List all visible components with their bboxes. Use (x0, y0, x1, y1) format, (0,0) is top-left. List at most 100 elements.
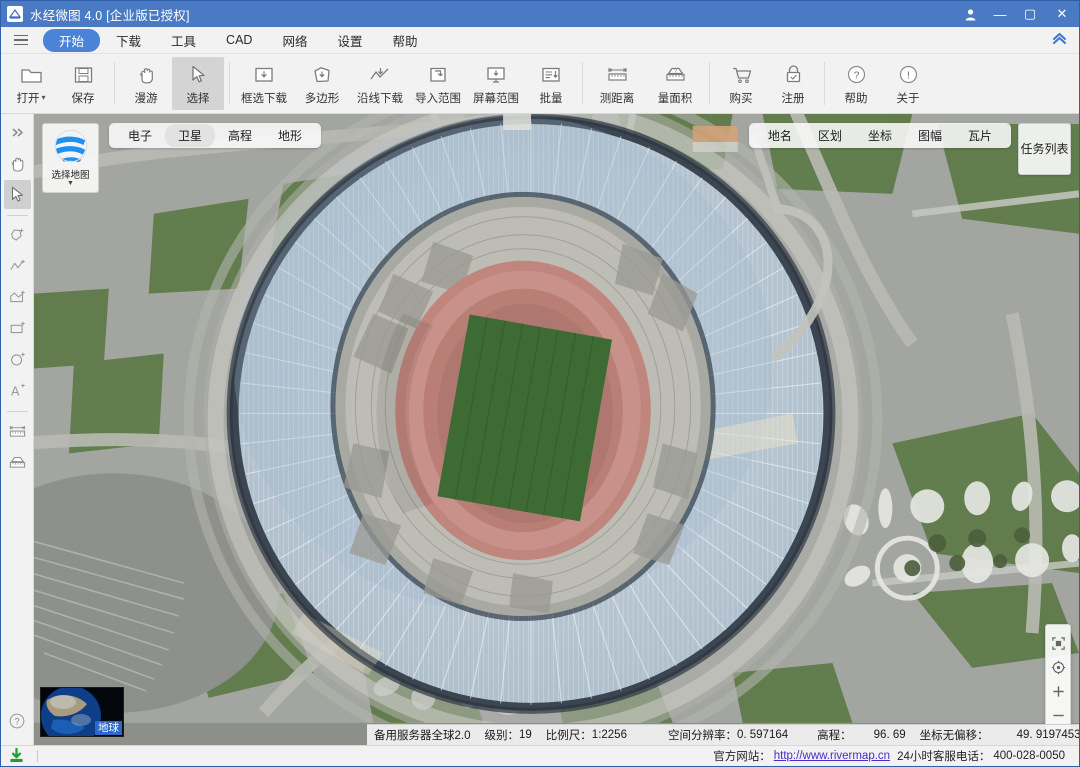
chevron-down-icon: ▼ (67, 180, 74, 187)
measure-distance-button[interactable]: 测距离 (588, 57, 646, 110)
import-range-icon (426, 62, 450, 88)
open-button[interactable]: 打开 ▾ (5, 57, 57, 110)
add-polygon-icon[interactable] (4, 221, 31, 250)
fullscreen-expand-icon[interactable] (1047, 631, 1069, 655)
add-area-icon[interactable] (4, 283, 31, 312)
menu-item-settings[interactable]: 设置 (323, 29, 376, 52)
layer-tab-electronic[interactable]: 电子 (115, 124, 165, 147)
toolbar-separator (709, 62, 710, 105)
maximize-button[interactable]: ▢ (1015, 1, 1045, 27)
window-title: 水经微图 4.0 [企业版已授权] (30, 8, 190, 23)
polyline-download-label: 沿线下载 (357, 92, 403, 105)
status-coordinate: 坐标无偏移： 49. 91974533 40. 4296338 (913, 727, 1079, 743)
menu-item-network[interactable]: 网络 (268, 29, 321, 52)
target-center-icon[interactable] (1047, 655, 1069, 679)
overlay-tab-coordinate[interactable]: 坐标 (855, 124, 905, 147)
buy-button[interactable]: 购买 (715, 57, 767, 110)
account-icon[interactable] (955, 1, 985, 27)
task-list-button[interactable]: 任务列表 (1018, 123, 1071, 175)
status-level: 级别： 19 (478, 727, 539, 743)
layer-tab-terrain[interactable]: 地形 (265, 124, 315, 147)
close-button[interactable]: ✕ (1045, 1, 1079, 27)
window-controls: — ▢ ✕ (955, 1, 1079, 27)
about-button[interactable]: ! 关于 (882, 57, 934, 110)
map-selector-button[interactable]: 选择地图 ▼ (42, 123, 99, 193)
rail-help-icon[interactable]: ? (4, 706, 31, 735)
map-zoom-controls (1045, 624, 1071, 732)
map-status-bar: 备用服务器全球2.0 级别： 19 比例尺： 1:2256 空间分辨率： 0. … (367, 724, 1079, 745)
save-button[interactable]: 保存 (57, 57, 109, 110)
rail-hand-pan-icon[interactable] (4, 149, 31, 178)
menu-item-start[interactable]: 开始 (43, 28, 101, 52)
status-resolution-value: 0. 597164 (736, 729, 789, 741)
measure-area-icon: ? (663, 62, 688, 88)
menu-item-download[interactable]: 下载 (102, 29, 155, 52)
map-top-right-overlay: 地名 区划 坐标 图幅 瓦片 任务列表 (748, 123, 1071, 175)
rail-measure-distance-icon[interactable] (4, 417, 31, 446)
map-canvas[interactable]: 选择地图 ▼ 电子 卫星 高程 地形 地名 区划 坐标 图幅 瓦片 任务列表 地… (34, 114, 1079, 745)
status-scale: 比例尺： 1:2256 (539, 727, 634, 743)
menu-item-help[interactable]: 帮助 (378, 29, 431, 52)
overlay-tab-placename[interactable]: 地名 (755, 124, 805, 147)
status-level-label: 级别： (484, 730, 520, 742)
polygon-download-icon (310, 62, 334, 88)
roam-label: 漫游 (134, 92, 158, 105)
official-site-label: 官方网站： (713, 751, 771, 763)
screen-range-button[interactable]: 屏幕范围 (467, 57, 525, 110)
hand-pan-icon (136, 62, 157, 88)
roam-button[interactable]: 漫游 (120, 57, 172, 110)
question-circle-icon: ? (846, 62, 867, 88)
exclamation-circle-icon: ! (898, 62, 919, 88)
chevron-double-up-icon[interactable] (1052, 32, 1079, 48)
import-range-button[interactable]: 导入范围 (409, 57, 467, 110)
toolbar-separator (229, 62, 230, 105)
satellite-imagery (34, 114, 1079, 723)
batch-button[interactable]: 批量 (525, 57, 577, 110)
official-site-link[interactable]: http://www.rivermap.cn (774, 750, 890, 762)
zoom-in-plus-icon[interactable] (1047, 679, 1069, 703)
measure-distance-label: 测距离 (599, 92, 635, 105)
svg-text:?: ? (14, 716, 19, 726)
rail-measure-area-icon[interactable] (4, 448, 31, 477)
layer-tab-satellite[interactable]: 卫星 (165, 124, 216, 147)
status-resolution: 空间分辨率： 0. 597164 (634, 727, 795, 743)
add-polyline-icon[interactable] (4, 252, 31, 281)
svg-text:!: ! (907, 70, 910, 82)
help-button[interactable]: ? 帮助 (830, 57, 882, 110)
register-button[interactable]: 注册 (767, 57, 819, 110)
collapse-rail-icon[interactable] (4, 118, 31, 147)
measure-area-label: 量面积 (657, 92, 693, 105)
globe-thumbnail-button[interactable]: 地球 (40, 687, 124, 737)
about-label: 关于 (896, 92, 920, 105)
download-green-icon[interactable] (1, 748, 31, 764)
register-label: 注册 (781, 92, 805, 105)
svg-text:?: ? (853, 70, 859, 82)
folder-open-icon (20, 62, 43, 88)
select-button[interactable]: 选择 (172, 57, 224, 110)
bottom-bar: 官方网站： http://www.rivermap.cn 24小时客服电话： 4… (1, 745, 1079, 766)
rail-cursor-arrow-icon[interactable] (3, 180, 31, 209)
map-top-left-overlay: 选择地图 ▼ 电子 卫星 高程 地形 (42, 123, 322, 193)
rect-download-button[interactable]: 框选下载 (235, 57, 293, 110)
polygon-download-button[interactable]: 多边形 (293, 57, 351, 110)
overlay-tab-tile[interactable]: 瓦片 (955, 124, 1005, 147)
toolbar-separator (114, 62, 115, 105)
polyline-download-icon (368, 62, 392, 88)
menu-item-cad[interactable]: CAD (212, 31, 266, 49)
overlay-tab-district[interactable]: 区划 (805, 124, 855, 147)
layer-tab-elevation[interactable]: 高程 (215, 124, 265, 147)
polyline-download-button[interactable]: 沿线下载 (351, 57, 409, 110)
add-rectangle-icon[interactable] (4, 314, 31, 343)
open-label: 打开 (16, 92, 40, 105)
overlay-tab-sheet[interactable]: 图幅 (905, 124, 955, 147)
add-circle-icon[interactable] (4, 345, 31, 374)
measure-area-button[interactable]: ? 量面积 (646, 57, 704, 110)
rail-separator (6, 215, 28, 216)
hamburger-icon[interactable] (9, 34, 33, 46)
add-text-icon[interactable]: A (4, 376, 31, 405)
save-label: 保存 (71, 92, 95, 105)
screen-range-label: 屏幕范围 (473, 92, 519, 105)
bottom-info: 官方网站： http://www.rivermap.cn 24小时客服电话： 4… (713, 748, 1079, 764)
menu-item-tools[interactable]: 工具 (157, 29, 210, 52)
minimize-button[interactable]: — (985, 1, 1015, 27)
